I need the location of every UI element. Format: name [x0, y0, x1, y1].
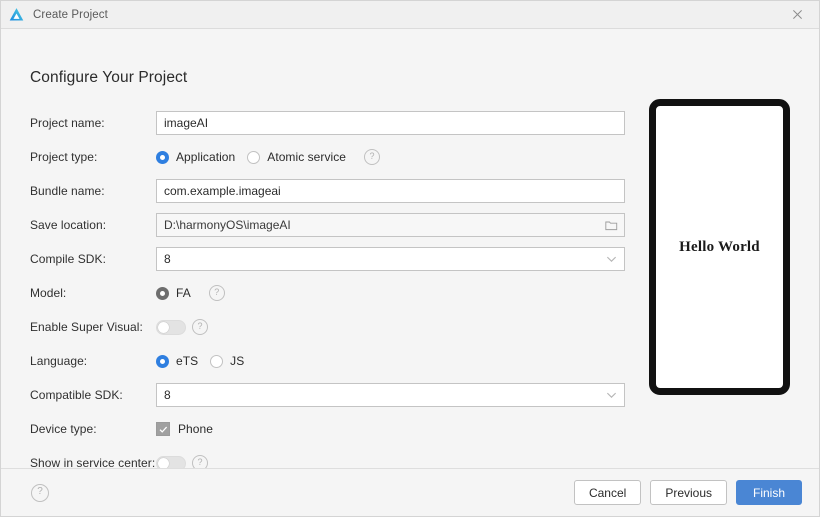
enable-super-visual-label: Enable Super Visual:	[30, 320, 156, 334]
row-bundle-name: Bundle name:	[30, 175, 626, 207]
bundle-name-label: Bundle name:	[30, 184, 156, 198]
row-save-location: Save location:	[30, 209, 626, 241]
project-config-form: Project name: Project type: Application …	[30, 107, 626, 468]
device-type-label: Device type:	[30, 422, 156, 436]
model-label: Model:	[30, 286, 156, 300]
row-device-type: Device type: Phone	[30, 413, 626, 445]
bundle-name-input[interactable]	[156, 179, 625, 203]
radio-atomic-service-label: Atomic service	[267, 150, 346, 164]
title-bar: Create Project	[1, 1, 819, 29]
save-location-label: Save location:	[30, 218, 156, 232]
compile-sdk-label: Compile SDK:	[30, 252, 156, 266]
dialog-content: Configure Your Project Project name: Pro…	[1, 29, 819, 468]
radio-language-js-label: JS	[230, 354, 244, 368]
close-icon[interactable]	[775, 1, 819, 28]
checkbox-device-phone[interactable]: Phone	[156, 422, 213, 436]
toggle-knob	[158, 322, 169, 333]
radio-application[interactable]: Application	[156, 150, 235, 164]
radio-language-ets-label: eTS	[176, 354, 198, 368]
preview-hello-world-text: Hello World	[679, 239, 760, 256]
radio-application-indicator	[156, 151, 169, 164]
enable-super-visual-help-icon[interactable]: ?	[192, 319, 208, 335]
chevron-down-icon[interactable]	[603, 383, 619, 407]
previous-button[interactable]: Previous	[650, 480, 727, 505]
compatible-sdk-select[interactable]	[156, 383, 625, 407]
language-label: Language:	[30, 354, 156, 368]
row-language: Language: eTS JS	[30, 345, 626, 377]
enable-super-visual-toggle[interactable]	[156, 320, 186, 335]
radio-language-js[interactable]: JS	[210, 354, 244, 368]
row-enable-super-visual: Enable Super Visual: ?	[30, 311, 626, 343]
radio-model-fa-indicator	[156, 287, 169, 300]
radio-atomic-service-indicator	[247, 151, 260, 164]
radio-language-js-indicator	[210, 355, 223, 368]
footer-help-icon[interactable]: ?	[31, 484, 49, 502]
radio-model-fa[interactable]: FA	[156, 286, 191, 300]
compatible-sdk-label: Compatible SDK:	[30, 388, 156, 402]
model-help-icon[interactable]: ?	[209, 285, 225, 301]
save-location-input[interactable]	[156, 213, 625, 237]
radio-language-ets[interactable]: eTS	[156, 354, 198, 368]
row-compatible-sdk: Compatible SDK:	[30, 379, 626, 411]
folder-browse-icon[interactable]	[603, 213, 619, 237]
toggle-knob	[158, 458, 169, 469]
checkbox-device-phone-indicator	[156, 422, 170, 436]
row-show-in-service-center: Show in service center: ?	[30, 447, 626, 468]
project-name-label: Project name:	[30, 116, 156, 130]
compile-sdk-select[interactable]	[156, 247, 625, 271]
create-project-dialog: Create Project Configure Your Project Pr…	[0, 0, 820, 517]
chevron-down-icon[interactable]	[603, 247, 619, 271]
project-type-help-icon[interactable]: ?	[364, 149, 380, 165]
project-name-input[interactable]	[156, 111, 625, 135]
radio-model-fa-label: FA	[176, 286, 191, 300]
project-type-label: Project type:	[30, 150, 156, 164]
radio-language-ets-indicator	[156, 355, 169, 368]
show-in-service-center-help-icon[interactable]: ?	[192, 455, 208, 468]
row-project-type: Project type: Application Atomic service…	[30, 141, 626, 173]
deveco-triangle-logo-icon	[8, 6, 25, 23]
row-project-name: Project name:	[30, 107, 626, 139]
radio-atomic-service[interactable]: Atomic service	[247, 150, 346, 164]
finish-button[interactable]: Finish	[736, 480, 802, 505]
dialog-footer: ? Cancel Previous Finish	[1, 468, 819, 516]
checkbox-device-phone-label: Phone	[178, 422, 213, 436]
show-in-service-center-label: Show in service center:	[30, 456, 156, 468]
page-title: Configure Your Project	[30, 69, 187, 87]
radio-application-label: Application	[176, 150, 235, 164]
show-in-service-center-toggle[interactable]	[156, 456, 186, 469]
row-model: Model: FA ?	[30, 277, 626, 309]
row-compile-sdk: Compile SDK:	[30, 243, 626, 275]
device-preview: Hello World	[649, 99, 790, 395]
cancel-button[interactable]: Cancel	[574, 480, 641, 505]
window-title: Create Project	[33, 9, 108, 21]
